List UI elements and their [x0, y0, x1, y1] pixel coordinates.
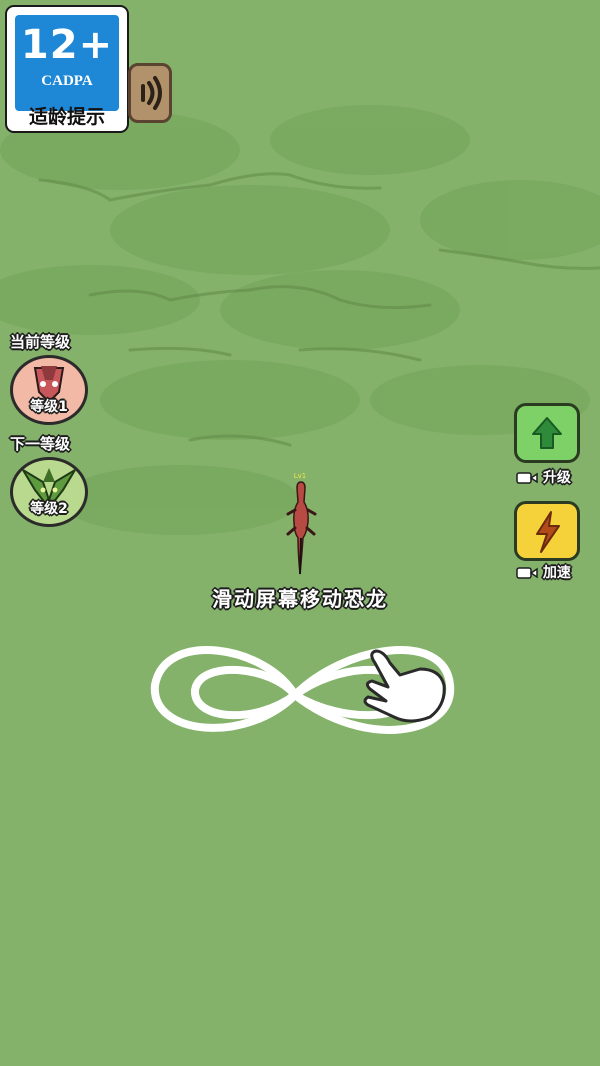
video-camera-icon — [516, 567, 538, 579]
upgrade-caption[interactable]: 升级 — [516, 467, 571, 487]
player-dinosaur — [286, 481, 317, 575]
next-level-label: 等级2 — [30, 501, 68, 517]
current-level-badge: 等级1 — [10, 355, 88, 425]
sound-button[interactable] — [128, 63, 172, 123]
next-level-heading: 下一等级 — [10, 435, 71, 453]
upgrade-label: 升级 — [542, 470, 571, 486]
age-rating-badge: 12+ CADPA 适龄提示 — [5, 5, 129, 133]
speaker-icon — [141, 76, 162, 110]
upgrade-button[interactable] — [514, 403, 580, 463]
current-level-heading: 当前等级 — [10, 333, 71, 351]
current-level-label: 等级1 — [30, 399, 68, 415]
next-level-badge: 等级2 — [10, 457, 88, 527]
age-rating-panel: 12+ CADPA — [15, 15, 119, 111]
video-camera-icon — [516, 472, 538, 484]
rating-tip: 适龄提示 — [28, 106, 105, 128]
speed-button[interactable] — [514, 501, 580, 561]
up-arrow-icon — [532, 417, 562, 449]
pointing-hand-icon — [363, 649, 446, 723]
speed-label: 加速 — [542, 565, 571, 581]
lightning-icon — [536, 511, 560, 553]
tutorial-hint: 滑动屏幕移动恐龙 — [212, 587, 388, 611]
age-rating-value: 12+ — [20, 22, 114, 68]
rating-org: CADPA — [41, 73, 93, 89]
speed-caption[interactable]: 加速 — [516, 562, 571, 582]
